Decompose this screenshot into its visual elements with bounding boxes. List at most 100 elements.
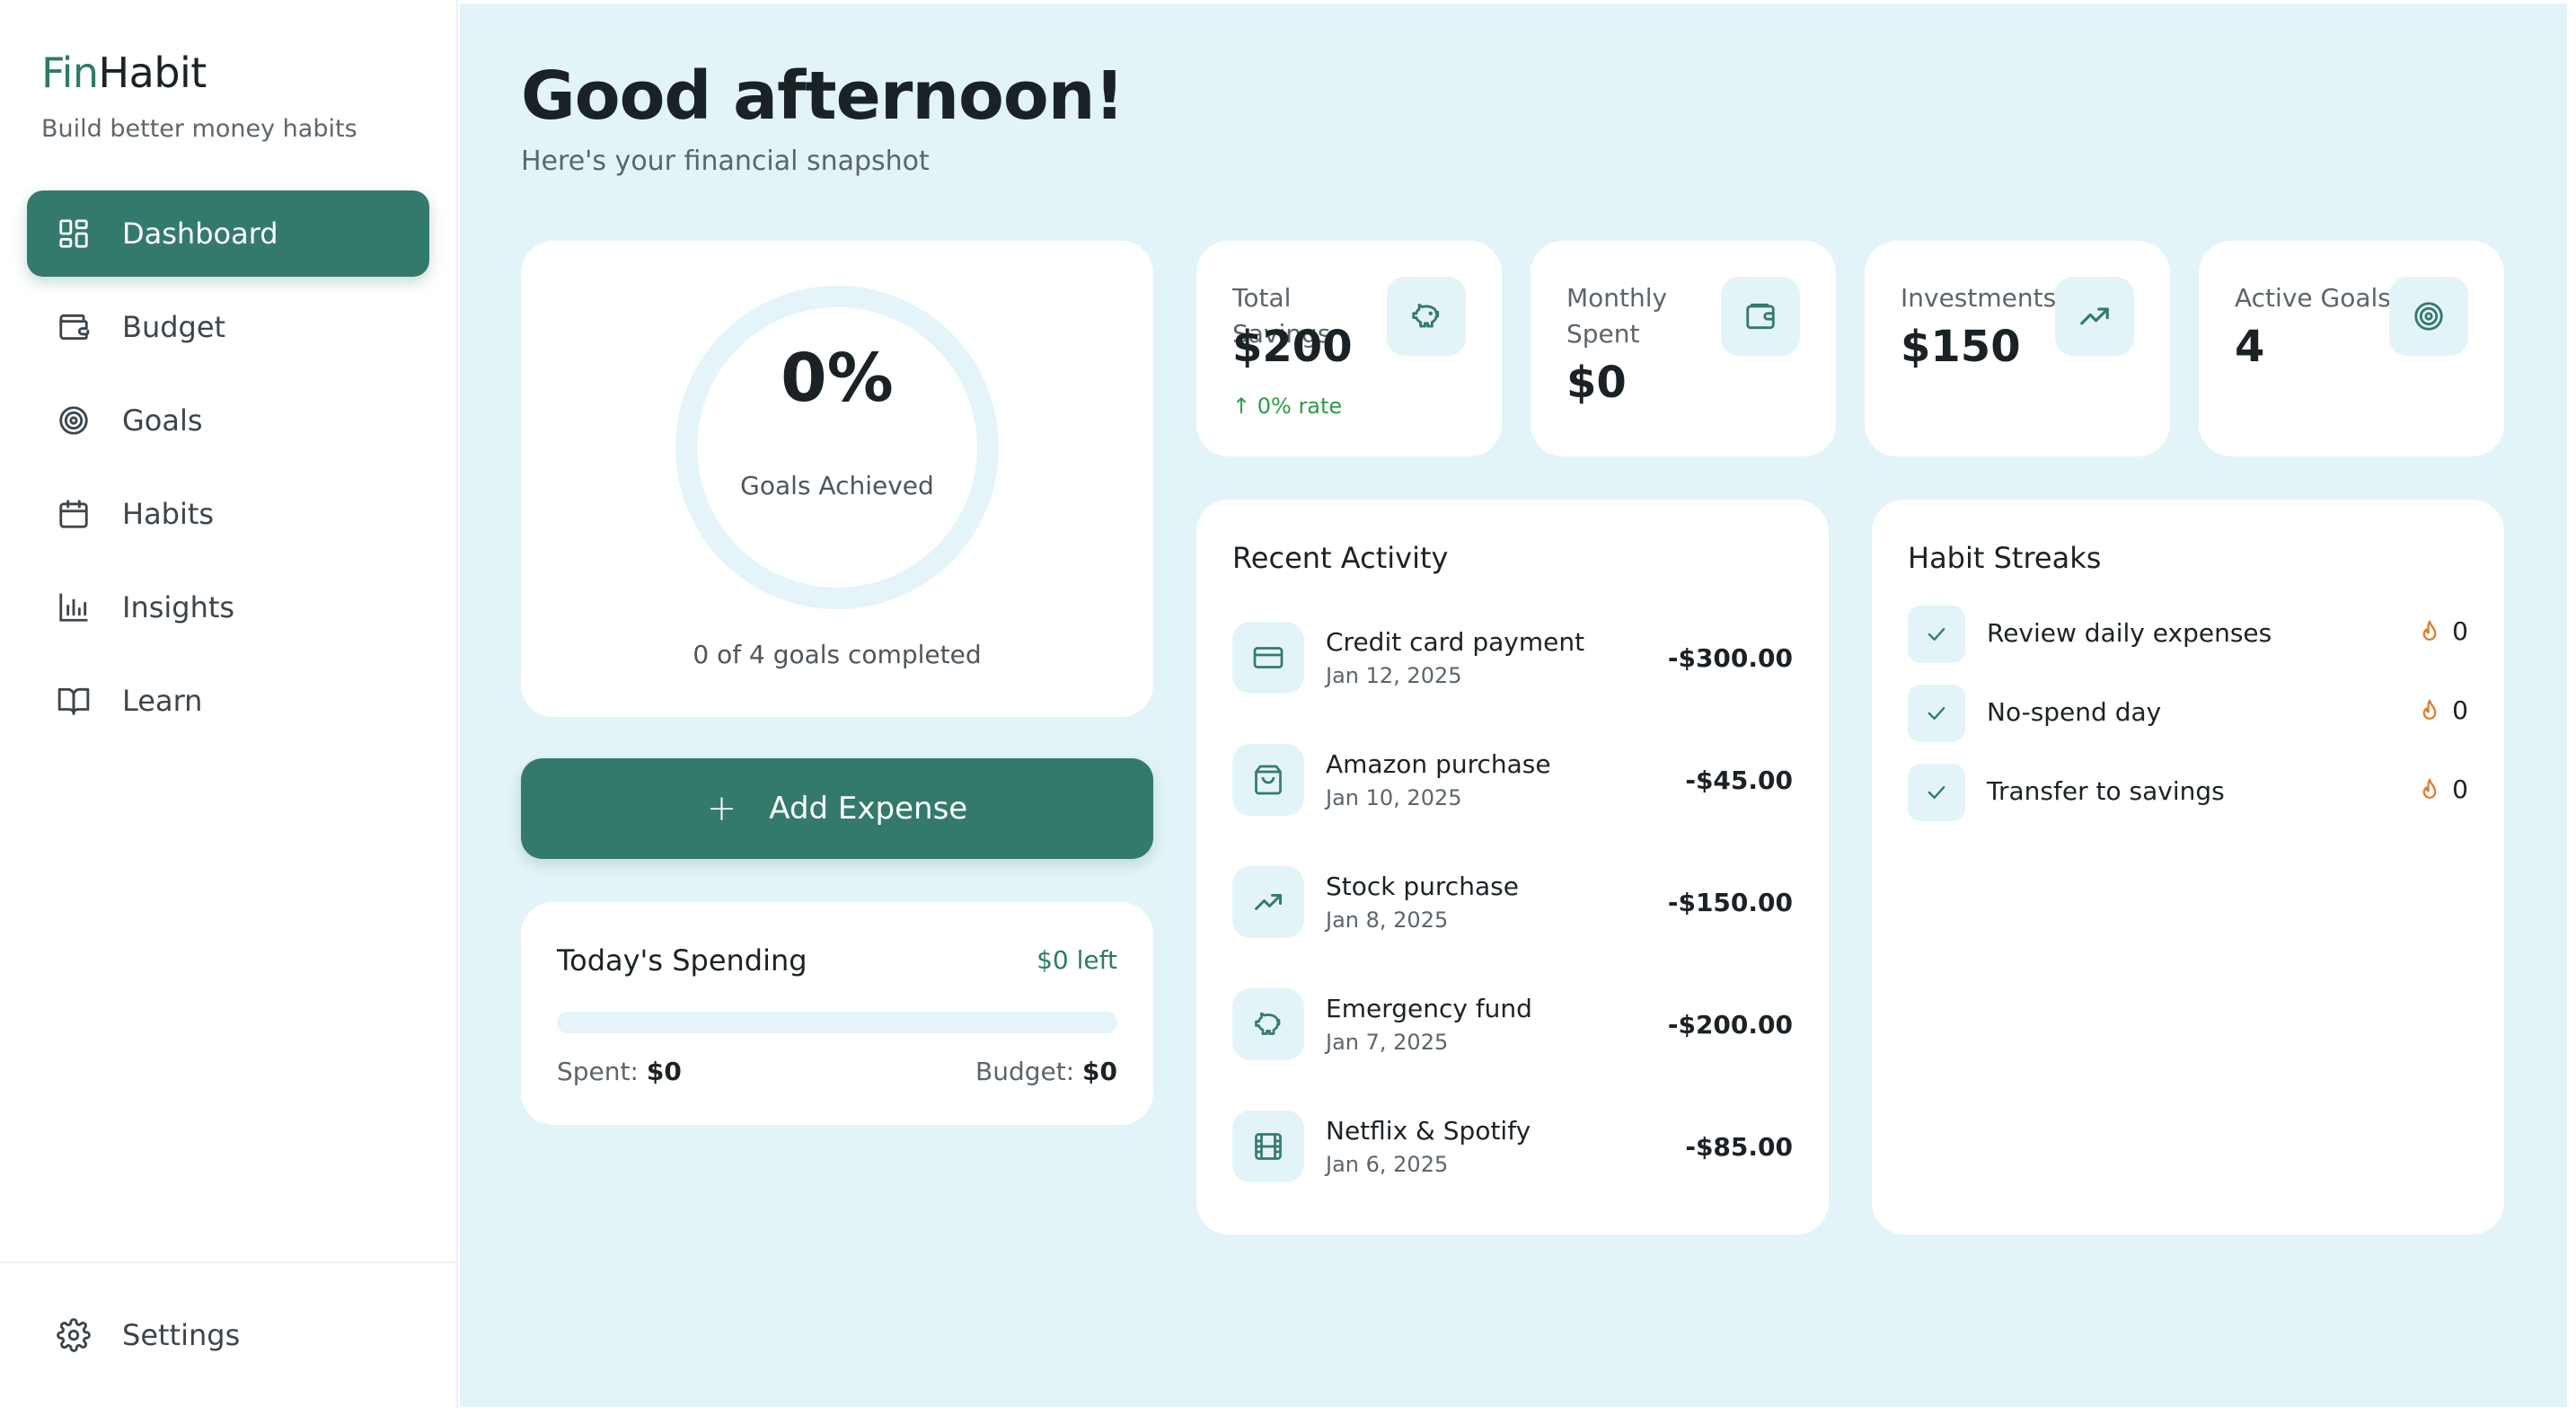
add-expense-button[interactable]: + Add Expense <box>521 758 1153 859</box>
stat-value: $0 <box>1566 358 1627 408</box>
activity-name: Stock purchase <box>1326 872 1519 901</box>
stat-value: $150 <box>1901 322 2021 372</box>
habit-streak: 0 <box>2416 774 2468 804</box>
spending-spent: Spent: $0 <box>557 1057 682 1086</box>
brand-tagline: Build better money habits <box>41 115 357 143</box>
activity-date: Jan 7, 2025 <box>1326 1030 1449 1055</box>
sidebar-item-dashboard[interactable]: Dashboard <box>27 190 429 277</box>
stat-value: 4 <box>2235 322 2265 372</box>
activity-name: Amazon purchase <box>1326 749 1551 779</box>
spending-budget: Budget: $0 <box>975 1057 1117 1086</box>
recent-activity-title: Recent Activity <box>1232 541 1449 575</box>
habit-list: Review daily expenses 0 No-spend day 0 T… <box>1908 606 2468 843</box>
flame-icon <box>2422 620 2437 641</box>
check-icon[interactable] <box>1908 685 1965 742</box>
brand-logo[interactable]: FinHabit <box>41 49 207 97</box>
habit-streaks-card: Habit Streaks Review daily expenses 0 No… <box>1872 500 2504 1235</box>
activity-amount: -$300.00 <box>1667 643 1793 673</box>
wallet-icon <box>56 309 92 345</box>
list-item: No-spend day 0 <box>1908 685 2468 742</box>
budget-value: $0 <box>1082 1057 1117 1086</box>
sidebar-item-insights[interactable]: Insights <box>27 564 429 650</box>
piggy-bank-icon <box>1387 277 1466 356</box>
target-icon <box>56 403 92 438</box>
activity-amount: -$200.00 <box>1667 1010 1793 1040</box>
habit-streaks-title: Habit Streaks <box>1908 541 2102 575</box>
list-item: Review daily expenses 0 <box>1908 606 2468 663</box>
activity-date: Jan 12, 2025 <box>1326 663 1462 688</box>
trending-up-icon <box>2055 277 2134 356</box>
habit-streak-count: 0 <box>2452 695 2468 725</box>
book-icon <box>56 683 92 719</box>
spent-value: $0 <box>646 1057 682 1086</box>
habit-name: Review daily expenses <box>1987 618 2272 648</box>
sidebar-item-label: Settings <box>122 1318 241 1352</box>
dashboard-icon <box>56 216 92 252</box>
sidebar-item-label: Budget <box>122 310 226 344</box>
flame-icon <box>2422 699 2437 720</box>
target-icon <box>2389 277 2468 356</box>
sidebar-item-label: Insights <box>122 590 235 624</box>
bar-chart-icon <box>56 589 92 625</box>
sidebar-item-habits[interactable]: Habits <box>27 471 429 557</box>
shopping-bag-icon <box>1232 744 1304 816</box>
page-title: Good afternoon! <box>521 58 1125 135</box>
goals-summary: 0 of 4 goals completed <box>693 640 982 669</box>
main-content: Good afternoon! Here's your financial sn… <box>460 4 2567 1407</box>
sidebar-item-budget[interactable]: Budget <box>27 284 429 370</box>
list-item[interactable]: Stock purchase Jan 8, 2025 -$150.00 <box>1232 866 1793 938</box>
gear-icon <box>56 1317 92 1353</box>
plus-icon: + <box>706 788 737 829</box>
spending-title: Today's Spending <box>557 943 807 978</box>
activity-name: Netflix & Spotify <box>1326 1116 1531 1146</box>
calendar-icon <box>56 496 92 532</box>
activity-amount: -$150.00 <box>1667 888 1793 917</box>
habit-name: Transfer to savings <box>1987 776 2225 806</box>
habit-streak: 0 <box>2416 695 2468 725</box>
brand-fin: Fin <box>41 49 99 97</box>
trending-up-icon <box>1232 866 1304 938</box>
check-icon[interactable] <box>1908 606 1965 663</box>
check-icon[interactable] <box>1908 764 1965 821</box>
sidebar-footer: Settings <box>0 1261 456 1409</box>
goals-percent: 0% <box>781 340 894 417</box>
activity-name: Emergency fund <box>1326 994 1532 1023</box>
stat-label: Monthly Spent <box>1566 283 1668 349</box>
habit-name: No-spend day <box>1987 697 2162 727</box>
sidebar-item-label: Dashboard <box>122 217 278 251</box>
list-item[interactable]: Amazon purchase Jan 10, 2025 -$45.00 <box>1232 744 1793 816</box>
sidebar-item-label: Learn <box>122 684 203 718</box>
activity-date: Jan 10, 2025 <box>1326 785 1462 810</box>
sidebar-item-label: Goals <box>122 403 203 438</box>
goals-progress-ring <box>675 286 999 609</box>
wallet-icon <box>1721 277 1800 356</box>
stat-card-monthly-spent[interactable]: Monthly Spent $0 <box>1531 241 1836 456</box>
stat-label: Investments <box>1901 283 2057 313</box>
habit-streak-count: 0 <box>2452 774 2468 804</box>
list-item[interactable]: Emergency fund Jan 7, 2025 -$200.00 <box>1232 988 1793 1060</box>
sidebar-item-learn[interactable]: Learn <box>27 658 429 744</box>
activity-list: Credit card payment Jan 12, 2025 -$300.0… <box>1232 622 1793 1233</box>
sidebar-item-goals[interactable]: Goals <box>27 377 429 464</box>
spending-remaining: $0 left <box>1037 945 1117 975</box>
credit-card-icon <box>1232 622 1304 694</box>
list-item[interactable]: Credit card payment Jan 12, 2025 -$300.0… <box>1232 622 1793 694</box>
stat-card-active-goals[interactable]: Active Goals 4 <box>2199 241 2504 456</box>
sidebar-nav: Dashboard Budget Goals Habits Insights L… <box>27 190 429 751</box>
spending-progress-bar <box>557 1012 1117 1033</box>
sidebar: FinHabit Build better money habits Dashb… <box>0 0 458 1409</box>
piggy-bank-icon <box>1232 988 1304 1060</box>
activity-date: Jan 6, 2025 <box>1326 1152 1449 1177</box>
list-item[interactable]: Netflix & Spotify Jan 6, 2025 -$85.00 <box>1232 1111 1793 1182</box>
film-icon <box>1232 1111 1304 1182</box>
stat-card-total-savings[interactable]: Total Savings $200 ↑ 0% rate <box>1196 241 1502 456</box>
activity-date: Jan 8, 2025 <box>1326 907 1449 933</box>
budget-label: Budget: <box>975 1057 1075 1086</box>
activity-amount: -$85.00 <box>1685 1132 1793 1162</box>
flame-icon <box>2422 778 2437 799</box>
stat-card-investments[interactable]: Investments $150 <box>1865 241 2170 456</box>
sidebar-item-settings[interactable]: Settings <box>27 1299 429 1371</box>
stat-value: $200 <box>1232 322 1353 372</box>
todays-spending-card: Today's Spending $0 left Spent: $0 Budge… <box>521 902 1153 1125</box>
activity-name: Credit card payment <box>1326 627 1585 657</box>
